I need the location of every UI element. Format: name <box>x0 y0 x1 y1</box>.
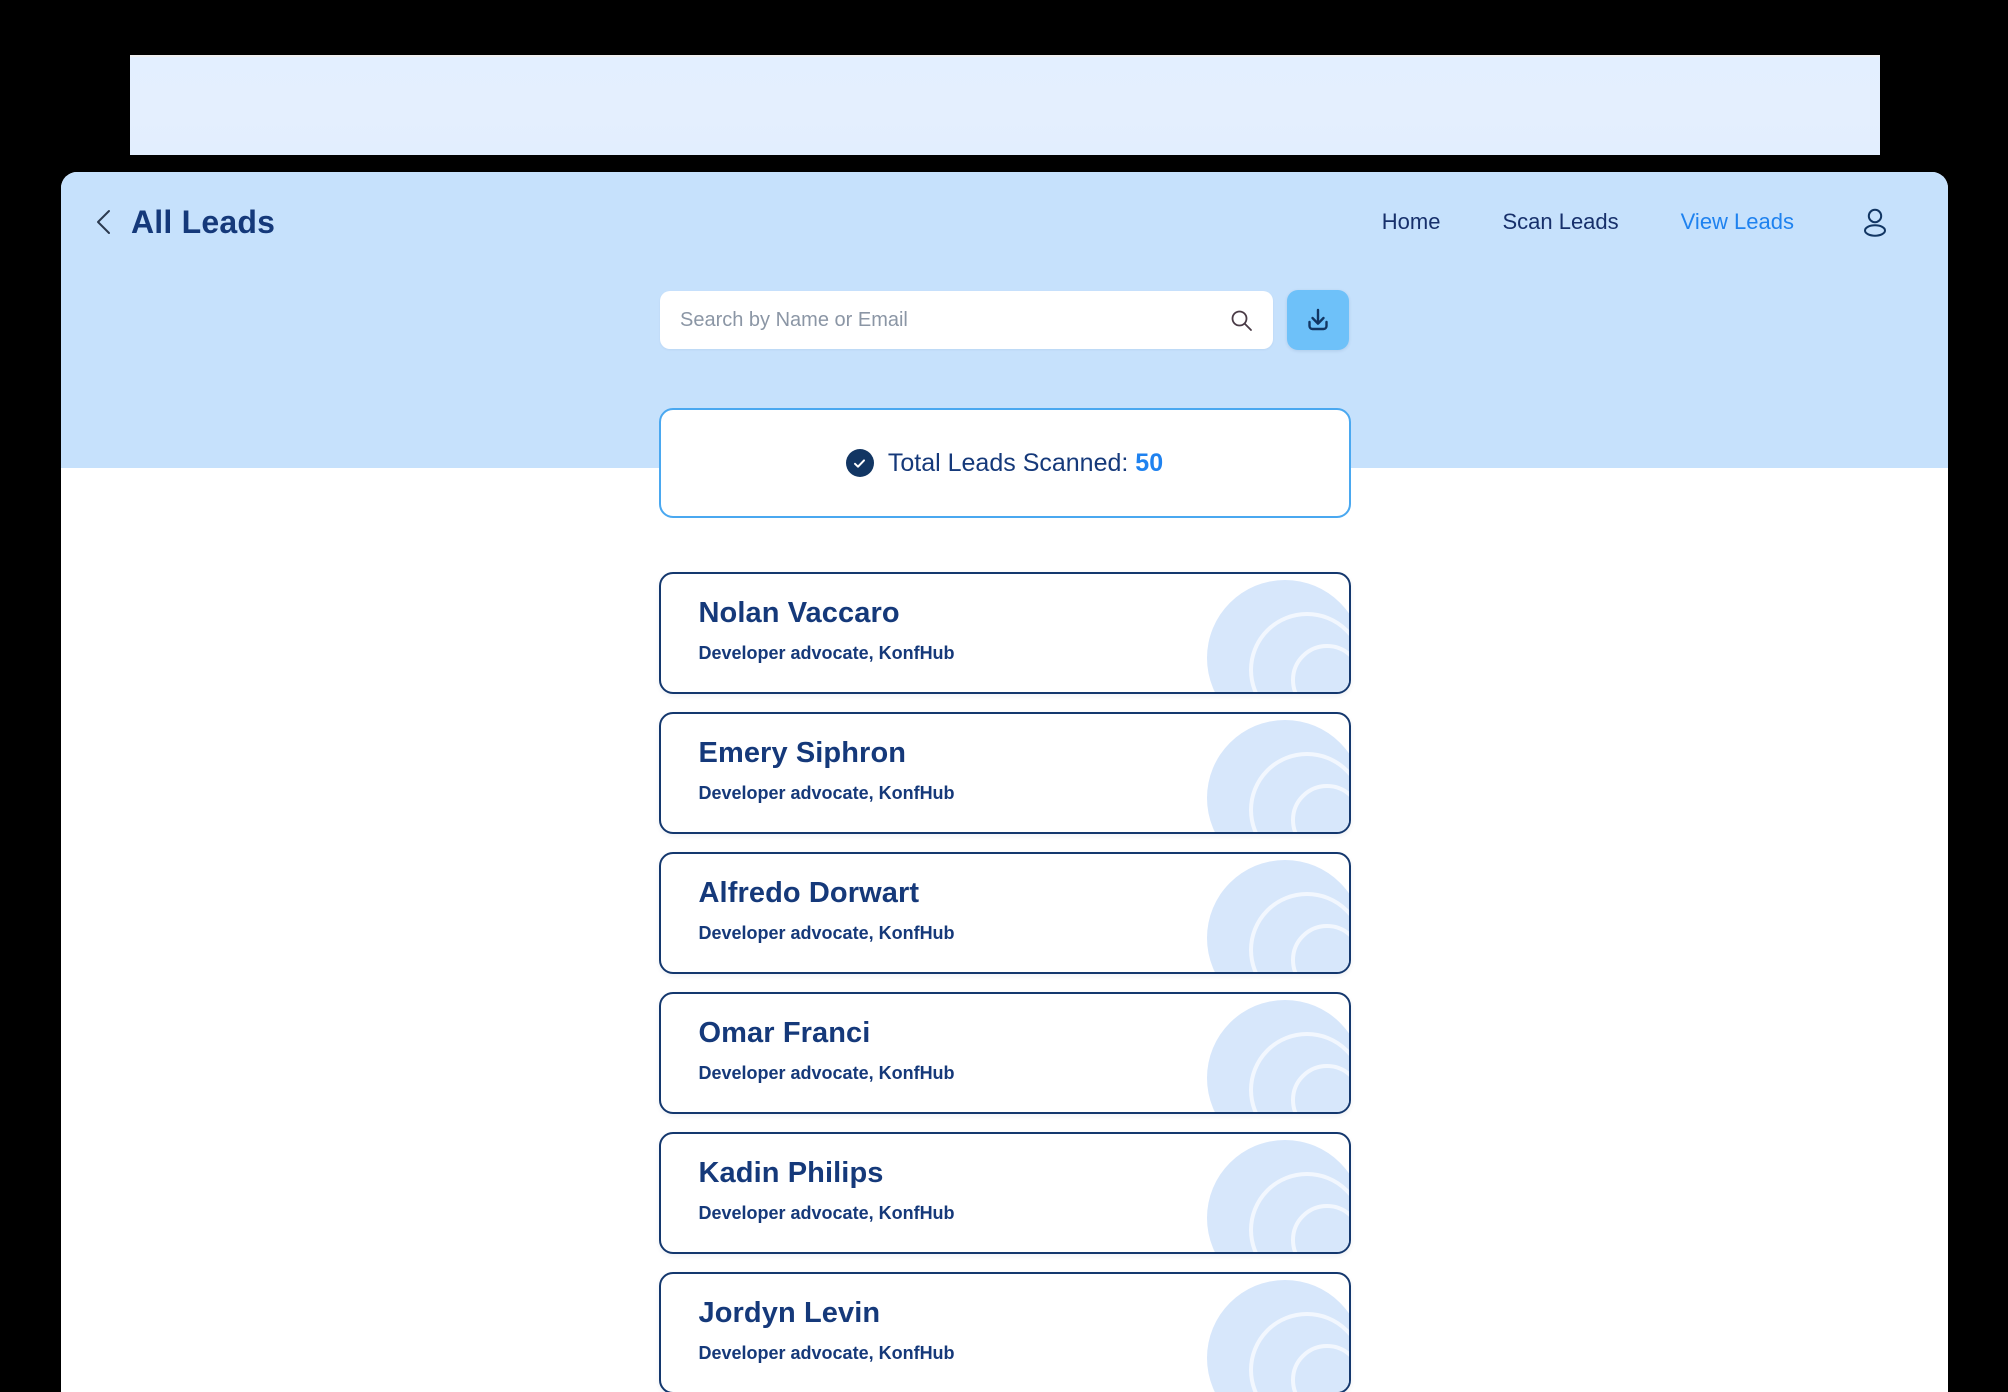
lead-role: Developer advocate, KonfHub <box>698 782 955 803</box>
rings-decoration-icon <box>1206 720 1349 832</box>
lead-role: Developer advocate, KonfHub <box>698 1062 955 1083</box>
app-window: All Leads Home Scan Leads View Leads Sea… <box>61 172 1948 1392</box>
nav-item-home[interactable]: Home <box>1382 211 1441 233</box>
chevron-left-icon[interactable] <box>91 207 117 237</box>
lead-card[interactable]: Emery Siphron Developer advocate, KonfHu… <box>658 712 1351 834</box>
rings-decoration-icon <box>1206 1140 1349 1252</box>
rings-decoration-icon <box>1206 1280 1349 1392</box>
screen: All Leads Home Scan Leads View Leads Sea… <box>0 0 2008 1392</box>
lead-name: Omar Franci <box>698 1017 871 1049</box>
lead-card[interactable]: Omar Franci Developer advocate, KonfHub <box>658 992 1351 1114</box>
rings-decoration-icon <box>1206 580 1349 692</box>
search-icon[interactable] <box>1229 308 1253 332</box>
nav-item-scan-leads[interactable]: Scan Leads <box>1502 211 1618 233</box>
lead-card[interactable]: Kadin Philips Developer advocate, KonfHu… <box>658 1132 1351 1254</box>
user-avatar-icon[interactable] <box>1860 205 1890 239</box>
check-circle-icon <box>845 449 874 477</box>
lead-name: Emery Siphron <box>698 737 907 769</box>
lead-role: Developer advocate, KonfHub <box>698 1202 955 1223</box>
lead-card[interactable]: Nolan Vaccaro Developer advocate, KonfHu… <box>658 572 1351 694</box>
title-group: All Leads <box>91 206 275 238</box>
browser-toolbar-strip <box>130 55 1880 155</box>
search-row <box>61 290 1948 350</box>
lead-role: Developer advocate, KonfHub <box>698 642 955 663</box>
top-bar: All Leads Home Scan Leads View Leads <box>61 172 1948 272</box>
leads-list: Nolan Vaccaro Developer advocate, KonfHu… <box>658 572 1351 1392</box>
lead-name: Kadin Philips <box>698 1157 884 1189</box>
total-leads-banner: Total Leads Scanned: 50 <box>658 408 1351 518</box>
main-nav: Home Scan Leads View Leads <box>1382 205 1890 239</box>
download-button[interactable] <box>1287 290 1349 350</box>
total-leads-text: Total Leads Scanned: 50 <box>887 448 1164 477</box>
total-leads-count: 50 <box>1135 448 1164 477</box>
total-leads-label: Total Leads Scanned: <box>887 448 1129 477</box>
lead-role: Developer advocate, KonfHub <box>698 922 955 943</box>
lead-name: Alfredo Dorwart <box>698 877 920 909</box>
rings-decoration-icon <box>1206 1000 1349 1112</box>
page-title: All Leads <box>131 204 276 240</box>
search-input[interactable] <box>660 291 1273 349</box>
search-box <box>660 291 1273 349</box>
lead-name: Nolan Vaccaro <box>698 597 900 629</box>
lead-card[interactable]: Jordyn Levin Developer advocate, KonfHub <box>658 1272 1351 1392</box>
download-icon <box>1308 308 1328 331</box>
lead-name: Jordyn Levin <box>698 1297 881 1329</box>
lead-role: Developer advocate, KonfHub <box>698 1342 955 1363</box>
rings-decoration-icon <box>1206 860 1349 972</box>
nav-item-view-leads[interactable]: View Leads <box>1681 211 1794 233</box>
lead-card[interactable]: Alfredo Dorwart Developer advocate, Konf… <box>658 852 1351 974</box>
